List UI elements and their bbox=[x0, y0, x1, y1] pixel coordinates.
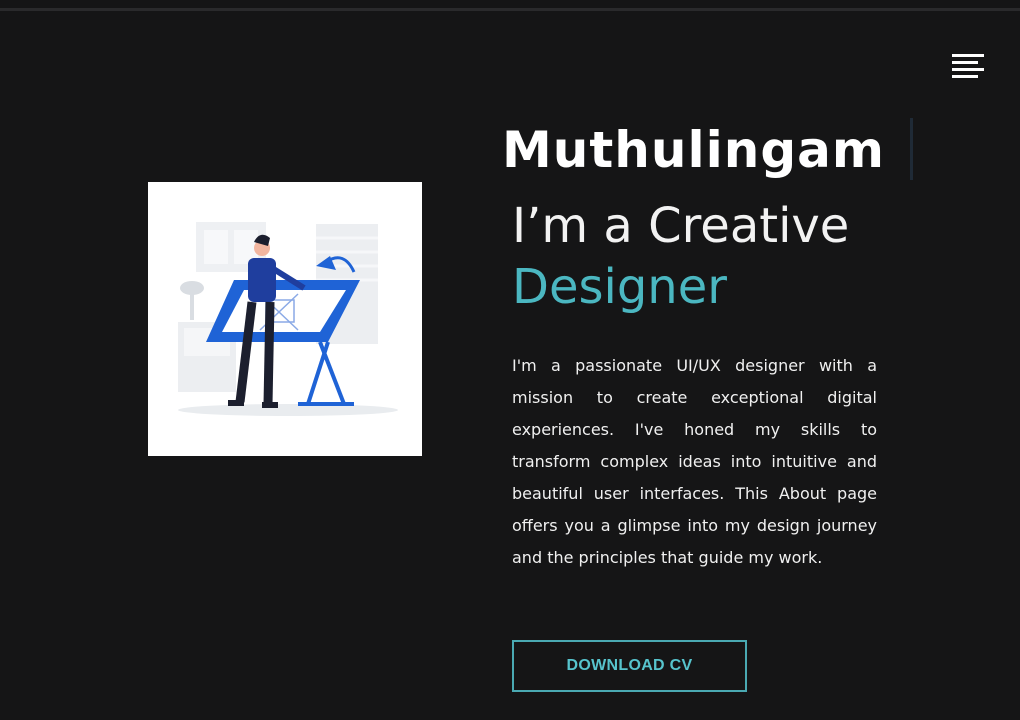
hero-title-line2: Designer bbox=[512, 259, 727, 315]
top-divider bbox=[0, 8, 1020, 11]
hero-title-line1: I’m a Creative bbox=[512, 198, 850, 254]
download-cv-button[interactable]: DOWNLOAD CV bbox=[512, 640, 747, 692]
hamburger-menu-icon bbox=[952, 54, 984, 78]
illustration-card bbox=[148, 182, 422, 456]
hero-name: Muthulingam bbox=[502, 121, 885, 179]
designer-illustration bbox=[178, 222, 398, 416]
text-cursor bbox=[910, 118, 913, 180]
menu-button[interactable] bbox=[950, 52, 986, 80]
about-description: I'm a passionate UI/UX designer with a m… bbox=[512, 356, 877, 567]
